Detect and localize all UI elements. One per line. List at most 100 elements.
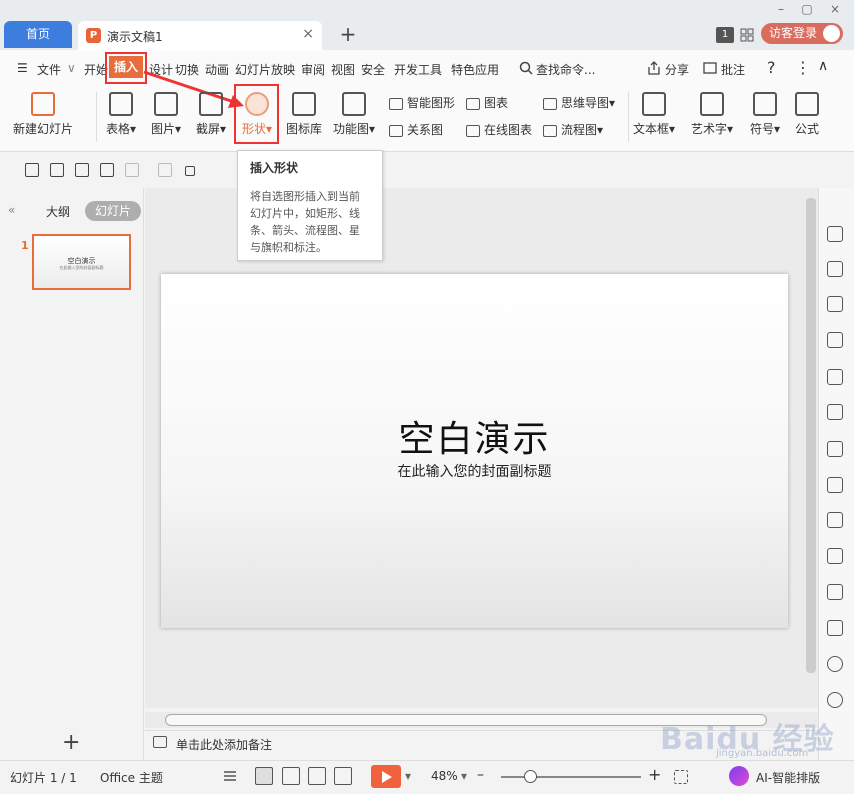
shape-tooltip: 插入形状 将自选图形插入到当前幻灯片中，如矩形、线条、箭头、流程图、星与旗帜和标… [237,150,383,261]
slide-subtitle[interactable]: 在此输入您的封面副标题 [161,461,788,481]
annotate-button[interactable]: 批注 [721,61,745,78]
flowchart-button[interactable]: 流程图▾ [543,121,603,138]
icon-library-button[interactable]: 图标库 [284,92,324,137]
relation-chart-button[interactable]: 关系图 [389,121,443,138]
menu-security[interactable]: 安全 [361,61,385,78]
close-window-button[interactable]: × [825,2,845,16]
zoom-level[interactable]: 48% [431,769,458,783]
function-chart-label: 功能图 [332,122,369,136]
normal-view-icon[interactable] [255,767,273,785]
tab-document[interactable]: P 演示文稿1 × [78,21,322,50]
new-slide-button[interactable]: 新建幻灯片 [12,92,74,137]
chart-button[interactable]: 图表 [466,94,508,111]
menu-file[interactable]: 文件 [37,61,61,78]
print-preview-icon[interactable] [100,163,114,177]
flowchart-label: 流程图 [561,123,598,137]
ribbon-divider [628,92,629,142]
notes-placeholder[interactable]: 单击此处添加备注 [176,736,272,753]
table-button[interactable]: 表格▾ [103,92,139,137]
online-chart-button[interactable]: 在线图表 [466,121,532,138]
slide-number: 1 [21,239,29,252]
smart-art-button[interactable]: 智能图形 [389,94,455,111]
wordart-label: 艺术字 [690,122,727,136]
shapes-icon[interactable] [827,296,843,312]
new-tab-button[interactable]: + [336,22,360,46]
menu-review[interactable]: 审阅 [301,61,325,78]
history-icon[interactable] [827,656,843,672]
grid-icon[interactable] [740,28,754,42]
shield-icon[interactable] [827,620,843,636]
customize-icon[interactable] [185,166,195,176]
minimize-button[interactable]: – [771,2,791,16]
add-slide-button[interactable]: + [62,730,80,755]
menu-view[interactable]: 视图 [331,61,355,78]
tooltip-body: 将自选图形插入到当前幻灯片中，如矩形、线条、箭头、流程图、星与旗帜和标注。 [250,190,360,254]
undo-icon[interactable] [125,163,139,177]
presenter-view-icon[interactable] [334,767,352,785]
magic-icon[interactable] [827,226,843,242]
smart-art-label: 智能图形 [407,96,456,110]
theme-name[interactable]: Office 主题 [100,769,163,786]
reading-view-icon[interactable] [308,767,326,785]
symbol-button[interactable]: 符号▾ [747,92,783,137]
new-slide-icon [31,92,55,116]
search-command-input[interactable]: 查找命令... [536,61,595,78]
wordart-button[interactable]: 艺术字▾ [688,92,736,137]
mindmap-button[interactable]: 思维导图▾ [543,94,615,111]
menu-developer[interactable]: 开发工具 [394,61,442,78]
textbox-button[interactable]: 文本框▾ [630,92,678,137]
menu-features[interactable]: 特色应用 [451,61,499,78]
help-icon[interactable] [827,692,843,708]
play-slideshow-button[interactable] [371,765,401,788]
screenshot-button[interactable]: 截屏▾ [193,92,229,137]
slide-title[interactable]: 空白演示 [161,410,788,462]
notes-toggle-icon[interactable] [222,767,240,785]
formula-button[interactable]: 公式 [792,92,822,137]
more-icon[interactable]: ⋮ [795,58,811,77]
redo-icon[interactable] [158,163,172,177]
tab-outline[interactable]: 大纲 [46,203,70,220]
chevron-down-icon[interactable]: ▾ [461,769,467,783]
picture-button[interactable]: 图片▾ [148,92,184,137]
vertical-scroll-thumb[interactable] [806,198,816,673]
close-tab-icon[interactable]: × [302,26,314,42]
notes-icon [153,736,167,748]
layout-grid-icon[interactable] [827,369,843,385]
function-chart-button[interactable]: 功能图▾ [331,92,377,137]
collapse-ribbon-icon[interactable]: ∧ [818,58,828,74]
fit-window-icon[interactable] [674,770,688,784]
relation-label: 关系图 [407,123,444,137]
print-icon[interactable] [75,163,89,177]
image-edit-icon[interactable] [827,441,843,457]
zoom-slider-handle[interactable] [524,770,537,783]
zoom-slider[interactable] [501,776,641,778]
audio-icon[interactable] [827,584,843,600]
picture-icon[interactable] [827,548,843,564]
restore-button[interactable]: ▢ [797,2,817,16]
chevron-down-icon[interactable]: ∨ [67,61,76,75]
tab-slides[interactable]: 幻灯片 [85,201,141,221]
ai-layout-button[interactable]: AI-智能排版 [756,769,820,786]
smart-art-icon [389,97,403,110]
chevron-down-icon[interactable]: ▾ [405,769,411,783]
archive-icon[interactable] [827,512,843,528]
slide-sorter-icon[interactable] [282,767,300,785]
zoom-in-button[interactable]: + [648,765,661,784]
export-icon[interactable] [827,477,843,493]
swap-icon[interactable] [827,261,843,277]
format-painter-icon[interactable] [50,163,64,177]
slide-thumbnail[interactable]: 空白演示 在此输入您的封面副标题 [32,234,131,290]
text-style-icon[interactable] [827,332,843,348]
share-button[interactable]: 分享 [665,61,689,78]
collapse-panel-icon[interactable]: « [8,203,15,217]
hamburger-icon[interactable]: ☰ [17,61,28,75]
login-button[interactable]: 访客登录 [761,23,843,44]
save-icon[interactable] [25,163,39,177]
screenshot-label: 截屏 [195,122,220,136]
page-badge[interactable]: 1 [716,27,734,43]
zoom-out-button[interactable]: – [477,767,484,783]
tab-home[interactable]: 首页 [4,21,72,48]
textbox-label: 文本框 [632,122,669,136]
sliders-icon[interactable] [827,404,843,420]
help-icon[interactable]: ? [767,58,776,77]
